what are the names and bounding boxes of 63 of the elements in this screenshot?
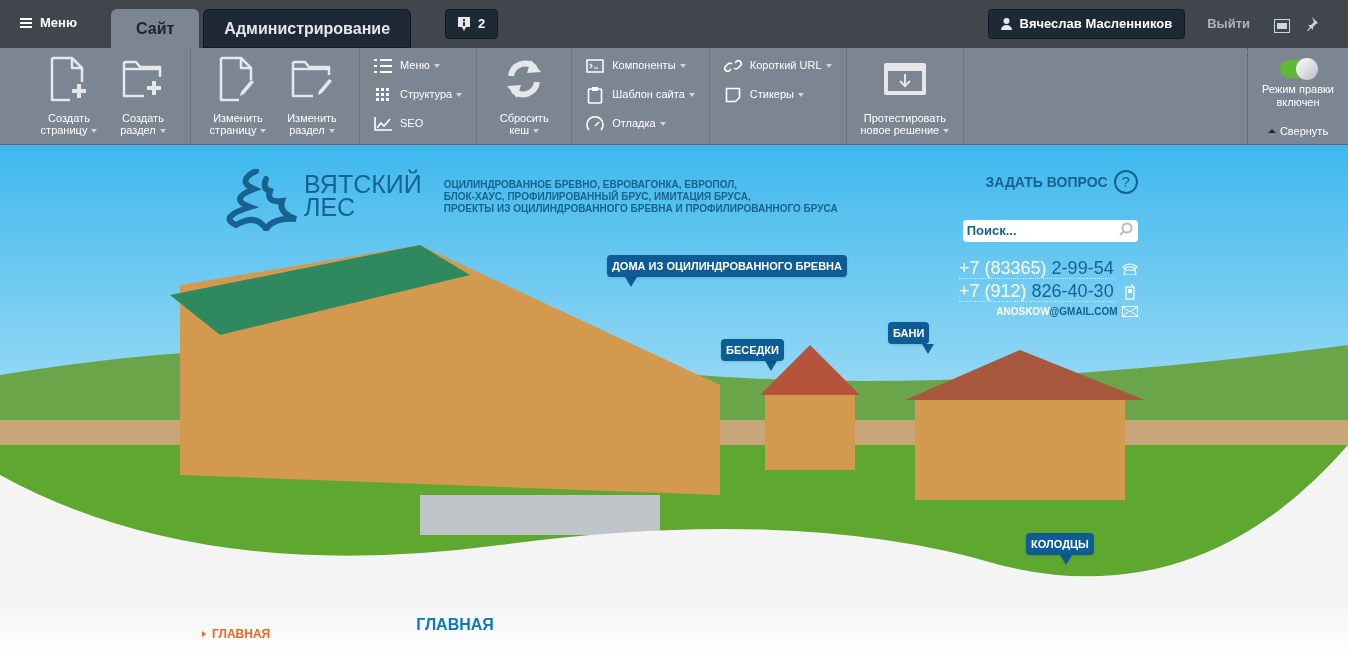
toolbar-button[interactable]: Сбросить кеш [489, 56, 560, 136]
tagline-text: БЛОК-ХАУС, ПРОФИЛИРОВАННЫЙ БРУС, ИМИТАЦИЯ БРУСА, [443, 191, 752, 203]
edit-mode-toggle[interactable] [1280, 60, 1316, 78]
category-callout[interactable]: КОЛОДЦЫ [1026, 533, 1094, 555]
button-label: Сбросить кеш [499, 112, 549, 136]
clipboard-icon [586, 85, 605, 104]
pin-icon[interactable] [1304, 17, 1318, 31]
link-icon [723, 57, 742, 74]
terminal-icon [586, 58, 605, 73]
button-label: Создать раздел [120, 112, 166, 136]
page-plus-icon [49, 56, 89, 102]
tagline-text: ОЦИЛИНДРОВАННОЕ БРЕВНО, ЕВРОВАГОНКА, ЕВРОПОЛ, [443, 179, 739, 191]
edit-mode-label: Режим правки включен [1262, 83, 1334, 109]
user-icon [1000, 18, 1012, 30]
list-icon [374, 58, 392, 73]
button-label: Изменить раздел [287, 112, 337, 136]
toolbar-menu-item[interactable]: Отладка [586, 114, 695, 133]
category-callout[interactable]: БАНИ [888, 322, 930, 344]
button-label: Изменить страницу [209, 112, 267, 136]
toolbar-button[interactable]: Протестировать новое решение [858, 56, 952, 136]
phone-number: +7 (83365) 2-99-54 [959, 258, 1114, 279]
caret-icon [1267, 129, 1276, 134]
note-icon [723, 86, 742, 103]
gauge-icon [586, 115, 605, 132]
email-address: ANOSKOW@GMAIL.COM [996, 305, 1118, 319]
user-button[interactable]: Вячеслав Масленников [987, 9, 1186, 39]
nav-link[interactable]: ГЛАВНАЯ [202, 625, 271, 643]
search-icon [1118, 222, 1133, 236]
phone-number: +7 (912) 826-40-30 [959, 281, 1114, 302]
page-title: ГЛАВНАЯ [416, 615, 494, 635]
tab[interactable]: Сайт [111, 9, 200, 48]
tagline-text: ПРОЕКТЫ ИЗ ОЦИЛИНДРОВАННОГО БРЕВНА И ПРОФИЛИРОВАННОГО БРУСА [443, 203, 838, 215]
tab[interactable]: Администрирование [203, 9, 412, 48]
toolbar-button[interactable]: Создать страницу [34, 56, 104, 136]
button-label: Протестировать новое решение [860, 112, 950, 136]
tree-logo-icon [226, 169, 298, 231]
toolbar-menu-item[interactable]: Компоненты [586, 56, 695, 75]
menu-button[interactable]: Меню [20, 0, 77, 46]
category-callout[interactable]: ДОМА ИЗ ОЦИЛИНДРОВАННОГО БРЕВНА [607, 255, 847, 277]
toolbar-button[interactable]: Изменить раздел [277, 56, 347, 136]
toolbar-button[interactable]: Создать раздел [108, 56, 178, 136]
menu-icon [20, 18, 32, 28]
telephone-icon [1121, 262, 1138, 275]
line-chart-icon [374, 116, 392, 131]
keyboard-icon[interactable] [1274, 19, 1290, 33]
button-label: Создать страницу [40, 112, 98, 136]
toolbar-menu-item[interactable]: SEO [374, 114, 463, 133]
toolbar-button[interactable]: Изменить страницу [203, 56, 273, 136]
toolbar-menu-item[interactable]: Меню [374, 56, 463, 75]
ask-question-link[interactable]: ЗАДАТЬ ВОПРОС ? [985, 170, 1138, 194]
logout-link[interactable]: Выйти [1207, 13, 1250, 33]
grid-icon [374, 87, 392, 102]
notifications-button[interactable]: 2 [445, 9, 499, 39]
toolbar-menu-item[interactable]: Стикеры [723, 85, 832, 104]
category-callout[interactable]: БЕСЕДКИ [721, 339, 784, 361]
logo-text: ЛЕС [304, 196, 357, 219]
collapse-button[interactable]: Свернуть [1267, 123, 1329, 140]
envelope-icon [1121, 306, 1138, 317]
toolbar-menu-item[interactable]: Структура [374, 85, 463, 104]
toolbar-menu-item[interactable]: Короткий URL [723, 56, 832, 75]
info-icon [458, 17, 471, 31]
toolbar-menu-item[interactable]: Шаблон сайта [586, 85, 695, 104]
help-icon: ? [1113, 170, 1138, 194]
